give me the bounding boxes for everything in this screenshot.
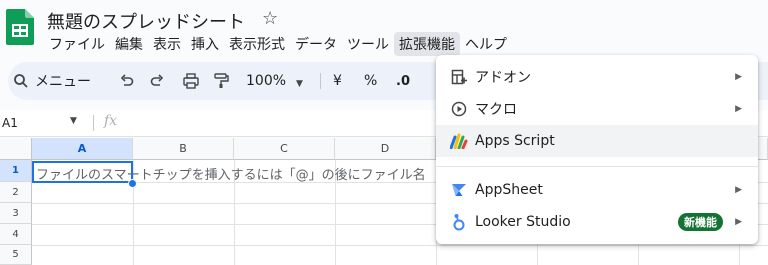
column-header-d[interactable]: D <box>335 138 436 160</box>
submenu-arrow-icon: ▶ <box>735 217 742 227</box>
decrease-decimal-label: .0 <box>396 73 410 89</box>
sheets-logo-icon[interactable] <box>6 9 34 45</box>
grid-line <box>32 245 768 246</box>
menu-file[interactable]: ファイル <box>44 32 110 56</box>
menu-view[interactable]: 表示 <box>148 32 186 56</box>
name-box[interactable]: A1 ▼ <box>0 110 88 136</box>
looker-studio-icon <box>450 213 468 231</box>
document-title[interactable]: 無題のスプレッドシート <box>47 8 245 34</box>
menu-item-addons[interactable]: アドオン ▶ <box>436 61 758 93</box>
menu-edit[interactable]: 編集 <box>110 32 148 56</box>
menu-item-looker-studio[interactable]: Looker Studio 新機能 ▶ <box>436 206 758 238</box>
menu-extensions[interactable]: 拡張機能 <box>394 32 460 56</box>
row-header-3[interactable]: 3 <box>0 203 32 224</box>
menu-item-label: Looker Studio <box>475 214 571 230</box>
column-header-a[interactable]: A <box>32 138 133 160</box>
select-all-corner[interactable] <box>0 138 32 160</box>
redo-icon[interactable] <box>146 68 168 94</box>
submenu-arrow-icon: ▶ <box>735 72 742 82</box>
row-header-2[interactable]: 2 <box>0 182 32 203</box>
search-label: メニュー <box>35 74 91 90</box>
toolbar-divider <box>320 73 321 89</box>
menu-item-label: AppSheet <box>475 182 543 198</box>
search-icon <box>14 74 28 88</box>
new-feature-badge: 新機能 <box>678 213 723 231</box>
menu-search-button[interactable]: メニュー <box>13 68 91 94</box>
menu-item-label: アドオン <box>475 70 531 86</box>
apps-script-icon <box>450 132 468 150</box>
zoom-select[interactable]: 100% <box>246 68 286 94</box>
column-header-b[interactable]: B <box>133 138 234 160</box>
percent-format-button[interactable]: % <box>364 68 377 94</box>
paint-format-icon[interactable] <box>210 68 232 94</box>
menu-item-apps-script[interactable]: Apps Script <box>436 125 758 157</box>
column-header-c[interactable]: C <box>234 138 335 160</box>
name-box-dropdown-icon[interactable]: ▼ <box>70 116 77 126</box>
row-header-1[interactable]: 1 <box>0 160 32 182</box>
selected-cell-a1[interactable] <box>32 161 133 183</box>
submenu-arrow-icon: ▶ <box>735 104 742 114</box>
menu-divider <box>436 166 758 167</box>
fill-handle[interactable] <box>128 179 137 188</box>
row-header-4[interactable]: 4 <box>0 224 32 245</box>
menu-bar: ファイル 編集 表示 挿入 表示形式 データ ツール 拡張機能 ヘルプ <box>44 32 512 56</box>
currency-format-button[interactable]: ¥ <box>333 68 342 94</box>
menu-item-appsheet[interactable]: AppSheet ▶ <box>436 174 758 206</box>
macro-icon <box>450 100 468 118</box>
menu-item-macros[interactable]: マクロ ▶ <box>436 93 758 125</box>
zoom-dropdown-icon[interactable]: ▼ <box>296 71 303 97</box>
addon-icon <box>450 68 468 86</box>
menu-data[interactable]: データ <box>290 32 342 56</box>
print-icon[interactable] <box>180 68 202 94</box>
undo-icon[interactable] <box>116 68 138 94</box>
menu-item-label: Apps Script <box>475 133 555 149</box>
zoom-value: 100% <box>246 73 287 89</box>
menu-help[interactable]: ヘルプ <box>460 32 512 56</box>
cell-reference: A1 <box>2 116 18 130</box>
appsheet-icon <box>450 181 468 199</box>
extensions-menu: アドオン ▶ マクロ ▶ Apps Script AppSheet ▶ Look… <box>436 55 758 244</box>
menu-tools[interactable]: ツール <box>342 32 394 56</box>
star-icon[interactable]: ☆ <box>262 8 278 29</box>
decrease-decimal-button[interactable]: .0 <box>396 68 410 94</box>
menu-format[interactable]: 表示形式 <box>224 32 290 56</box>
menu-insert[interactable]: 挿入 <box>186 32 224 56</box>
menu-item-label: マクロ <box>475 102 517 118</box>
formula-bar-divider <box>93 115 94 131</box>
submenu-arrow-icon: ▶ <box>735 185 742 195</box>
row-header-5[interactable]: 5 <box>0 245 32 265</box>
fx-icon: fx <box>104 113 118 129</box>
